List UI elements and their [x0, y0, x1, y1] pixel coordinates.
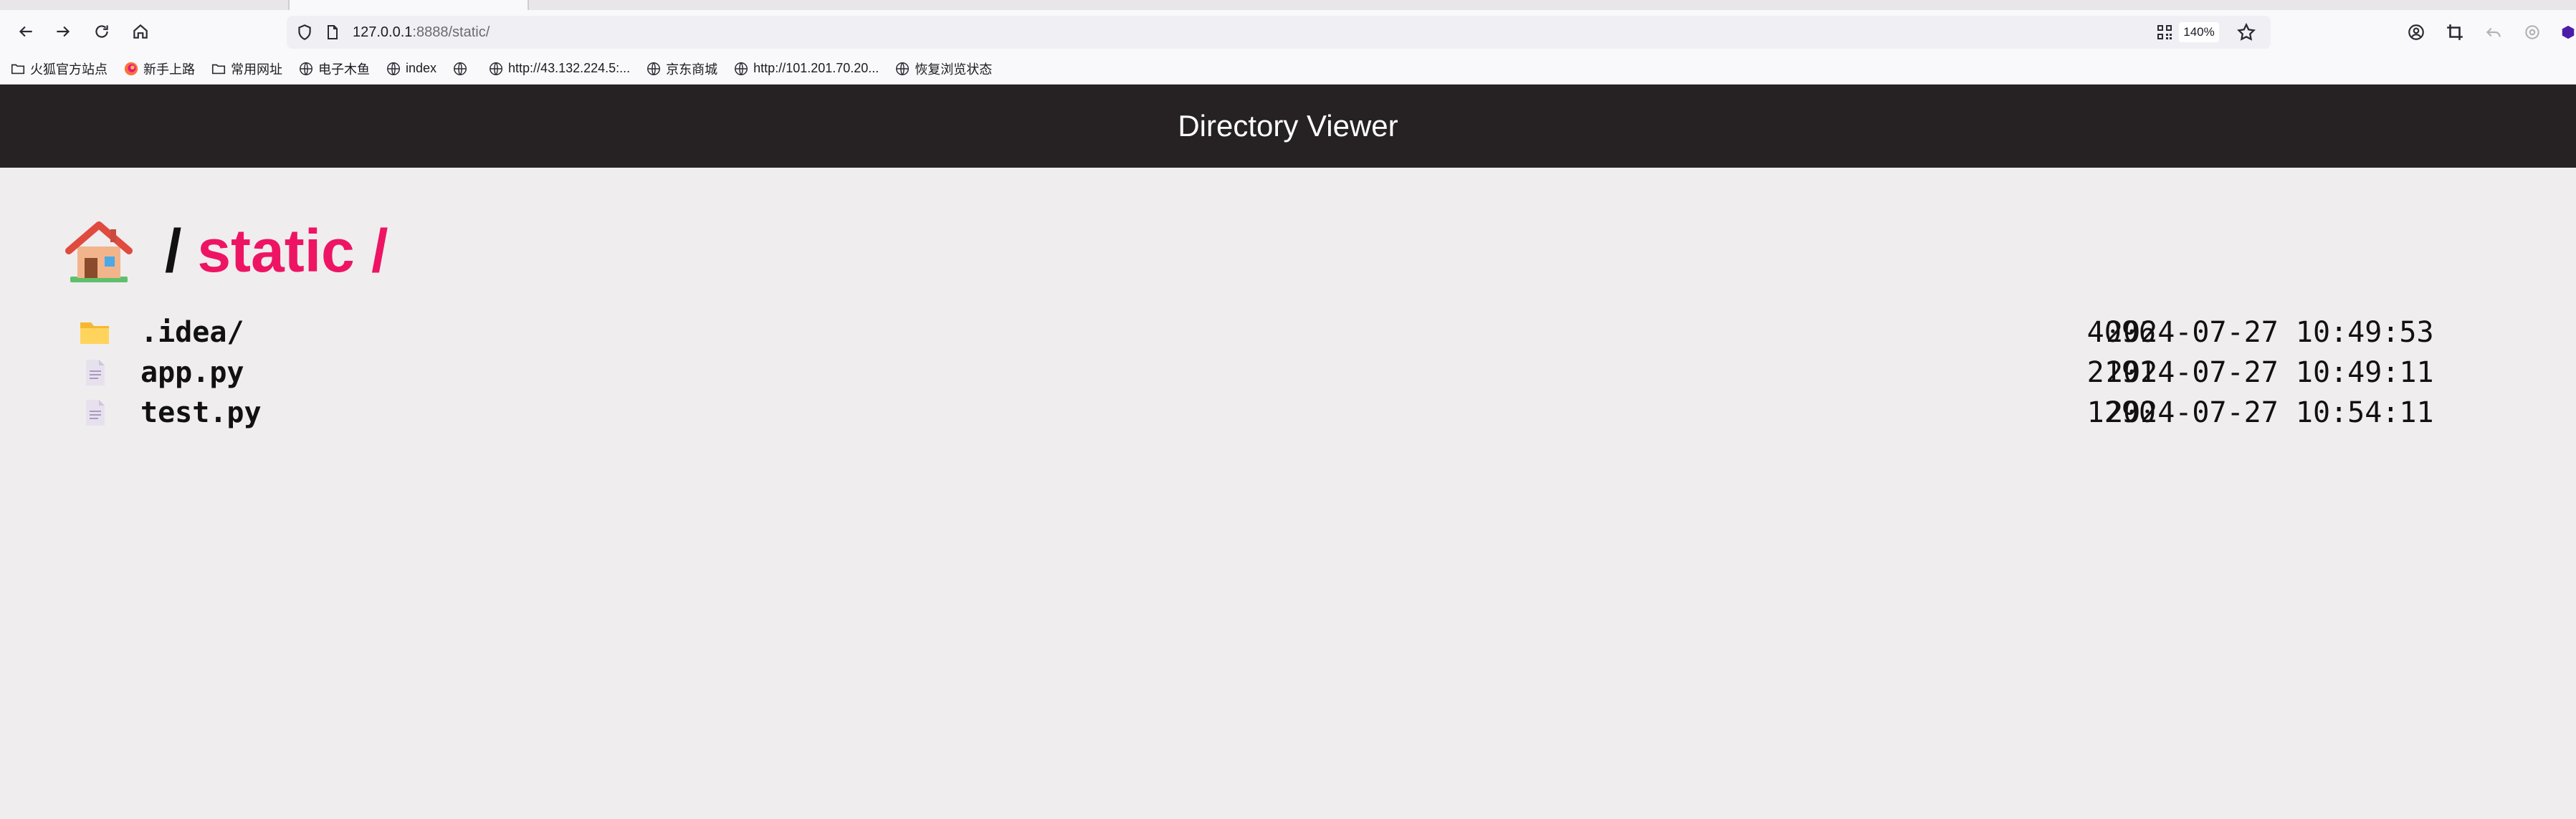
file-name-link[interactable]: .idea/ [140, 316, 244, 349]
bookmark-star-icon[interactable] [2236, 22, 2256, 42]
url-host: 127.0.0.1 [353, 24, 413, 40]
file-modified: 2024-07-27 10:49:11 [2106, 356, 2434, 389]
undo-icon [2486, 27, 2501, 37]
url-bar[interactable]: 127.0.0.1:8888/static/ 140% [287, 16, 2271, 49]
file-row[interactable]: test.py 1290 2024-07-27 10:54:11 [77, 393, 2443, 433]
undo-button[interactable] [2483, 21, 2504, 43]
page-title: Directory Viewer [1178, 109, 1398, 143]
zoom-level-badge[interactable]: 140% [2179, 22, 2219, 42]
bookmark-item[interactable]: 常用网址 [211, 53, 282, 85]
browser-toolbar: 127.0.0.1:8888/static/ 140% [0, 10, 2576, 53]
breadcrumb-separator: / [165, 216, 182, 284]
crop-icon [2447, 24, 2463, 40]
hexagon-icon [2562, 25, 2575, 39]
bookmark-label: 电子木鱼 [318, 62, 370, 77]
extension-hex-button[interactable] [2560, 21, 2576, 43]
file-name-link[interactable]: app.py [140, 356, 244, 389]
file-icon [86, 400, 105, 426]
globe-icon [735, 62, 748, 75]
home-icon [133, 24, 148, 39]
bookmark-label: 恢复浏览状态 [915, 62, 993, 77]
bookmarks-toolbar: 火狐官方站点 新手上路 常用网址 电子木鱼 index http://43.13… [0, 53, 2576, 85]
bookmark-label: http://101.201.70.20... [753, 61, 879, 75]
arrow-left-icon [19, 26, 32, 37]
globe-icon [300, 62, 313, 75]
qr-code-icon[interactable] [2156, 24, 2173, 41]
tab-strip [0, 0, 2576, 10]
account-icon [2408, 24, 2424, 40]
reload-button[interactable] [87, 17, 116, 46]
screenshot-button[interactable] [2444, 21, 2466, 43]
bookmark-item[interactable]: http://43.132.224.5:... [488, 53, 630, 85]
breadcrumb-current-dir[interactable]: static / [197, 216, 388, 286]
reload-icon [95, 25, 108, 38]
file-modified: 2024-07-27 10:49:53 [2106, 316, 2434, 349]
file-modified: 2024-07-27 10:54:11 [2106, 396, 2434, 429]
file-list: .idea/ 4096 2024-07-27 10:49:53 app.py 2… [77, 312, 2443, 433]
folder-icon [211, 64, 226, 74]
file-icon [86, 360, 105, 385]
bookmark-item[interactable]: 新手上路 [123, 53, 195, 85]
account-button[interactable] [2405, 21, 2427, 43]
bookmark-item[interactable]: 火狐官方站点 [10, 53, 108, 85]
bookmark-item[interactable]: http://101.201.70.20... [733, 53, 879, 85]
url-text[interactable]: 127.0.0.1:8888/static/ [353, 23, 490, 42]
file-row[interactable]: .idea/ 4096 2024-07-27 10:49:53 [77, 312, 2443, 353]
folder-icon [11, 64, 25, 74]
page-header: Directory Viewer [0, 85, 2576, 168]
file-row[interactable]: app.py 2191 2024-07-27 10:49:11 [77, 353, 2443, 393]
back-button[interactable] [11, 17, 40, 46]
bookmark-item[interactable]: 电子木鱼 [298, 53, 370, 85]
bookmark-label: index [406, 61, 437, 75]
shield-icon[interactable] [295, 23, 314, 42]
extension-icon [2525, 25, 2539, 39]
folder-icon [80, 322, 109, 344]
extension-button[interactable] [2522, 21, 2543, 43]
bookmark-item[interactable]: 恢复浏览状态 [895, 53, 992, 85]
url-path: :8888/static/ [412, 24, 490, 40]
globe-icon [896, 62, 910, 75]
bookmark-item[interactable]: 京东商城 [646, 53, 717, 85]
page-icon[interactable] [324, 23, 341, 42]
bookmark-item[interactable]: index [386, 53, 437, 85]
active-tab[interactable] [288, 0, 529, 10]
firefox-icon [124, 62, 138, 75]
globe-icon [490, 62, 503, 75]
bookmark-item[interactable] [452, 53, 472, 85]
bookmark-label: 新手上路 [143, 62, 195, 77]
bookmark-label: 火狐官方站点 [30, 62, 108, 77]
home-button[interactable] [126, 17, 155, 46]
globe-icon [387, 62, 400, 75]
house-icon[interactable] [65, 216, 133, 285]
bookmark-label: http://43.132.224.5:... [508, 61, 631, 75]
globe-icon [454, 62, 467, 75]
bookmark-label: 常用网址 [231, 62, 282, 77]
bookmark-label: 京东商城 [666, 62, 718, 77]
forward-button[interactable] [49, 17, 77, 46]
arrow-right-icon [57, 26, 70, 37]
globe-icon [647, 62, 661, 75]
breadcrumb: / static / [65, 215, 388, 287]
file-name-link[interactable]: test.py [140, 396, 262, 429]
